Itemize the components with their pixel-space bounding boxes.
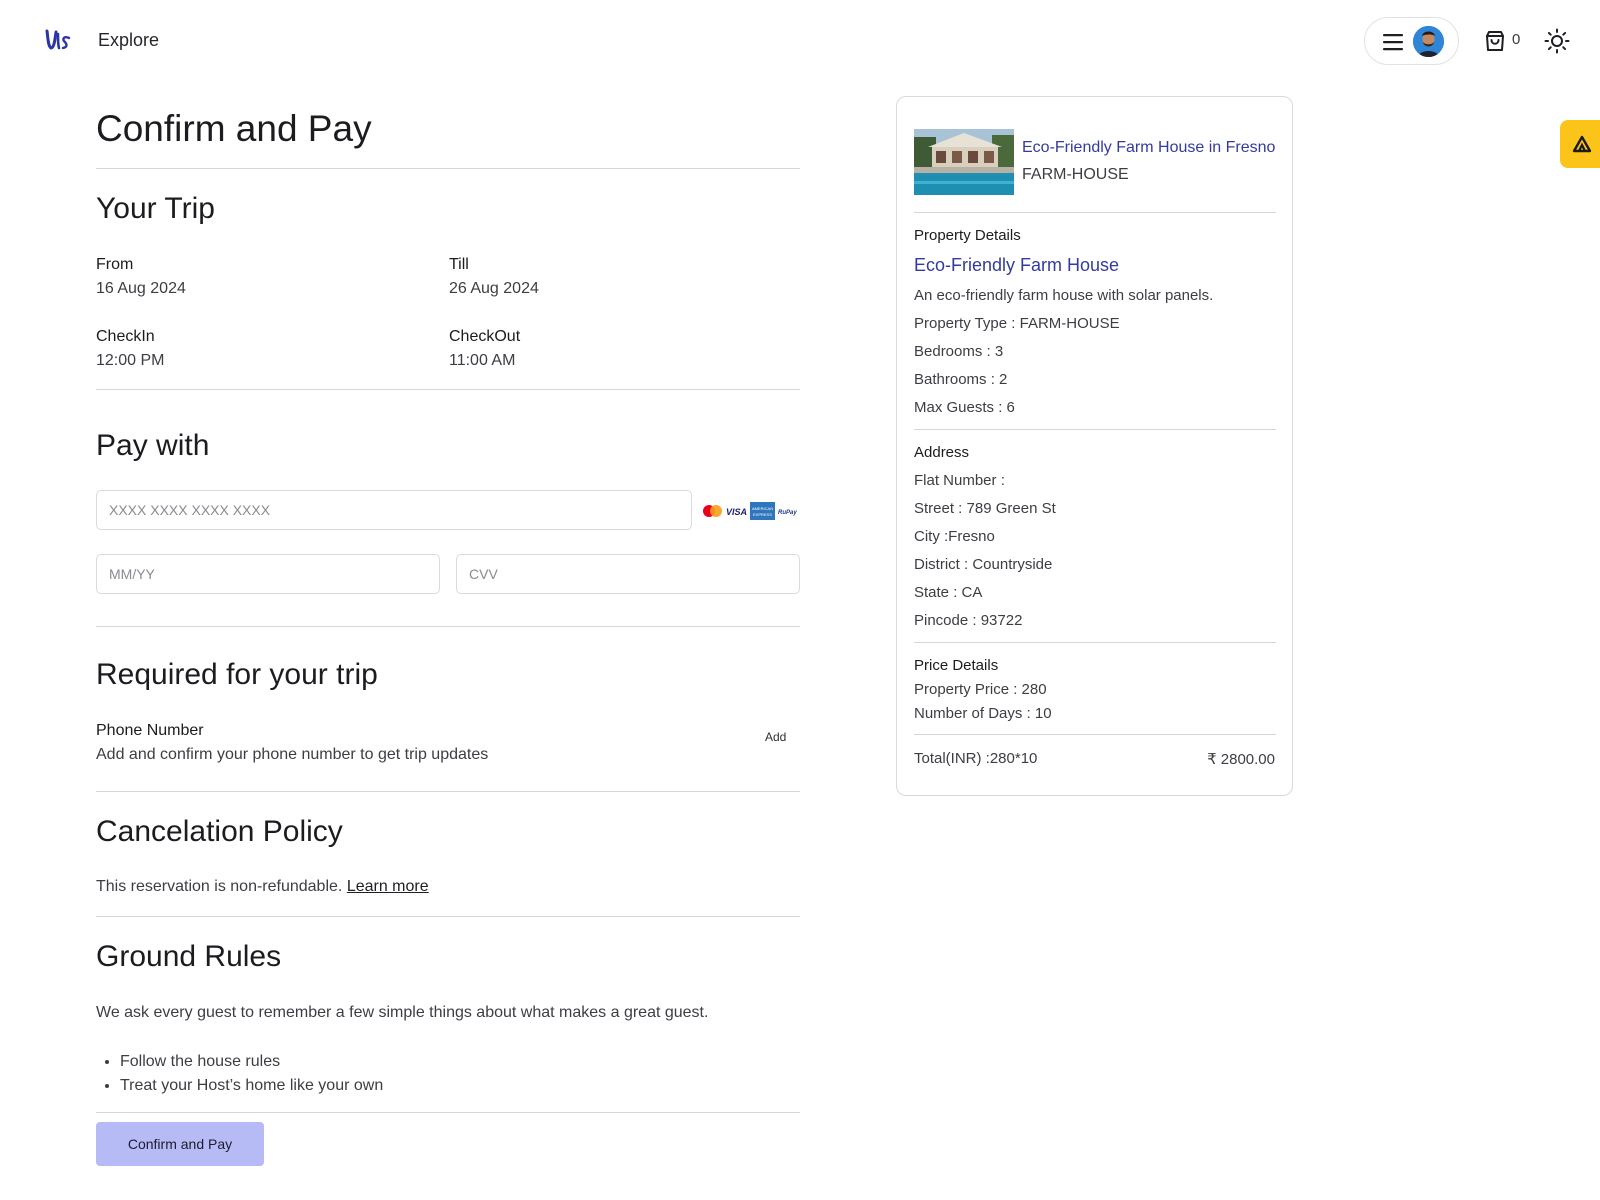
avatar bbox=[1413, 26, 1444, 57]
card-number-input[interactable] bbox=[96, 490, 692, 530]
ground-rules-heading: Ground Rules bbox=[96, 940, 282, 973]
checkout-label: CheckOut bbox=[449, 328, 521, 345]
explore-link[interactable]: Explore bbox=[98, 30, 159, 51]
property-name-link[interactable]: Eco-Friendly Farm House bbox=[914, 255, 1119, 276]
svg-text:EXPRESS: EXPRESS bbox=[753, 512, 772, 517]
number-of-days: Number of Days : 10 bbox=[914, 705, 1052, 722]
hamburger-menu-icon bbox=[1383, 34, 1403, 51]
total-amount: ₹ 2800.00 bbox=[1207, 751, 1275, 768]
till-date: 26 Aug 2024 bbox=[449, 280, 539, 297]
svg-text:RuPay: RuPay bbox=[778, 510, 797, 516]
phone-number-description: Add and confirm your phone number to get… bbox=[96, 746, 489, 763]
divider bbox=[96, 791, 800, 792]
ground-rules-list: Follow the house rules Treat your Host’s… bbox=[120, 1050, 383, 1098]
cancellation-policy-text: This reservation is non-refundable. bbox=[96, 878, 343, 895]
page-title: Confirm and Pay bbox=[96, 108, 372, 149]
divider bbox=[914, 734, 1276, 735]
property-details-heading: Property Details bbox=[914, 227, 1021, 244]
booking-summary-card: Eco-Friendly Farm House in Fresno FARM-H… bbox=[896, 96, 1293, 796]
required-heading: Required for your trip bbox=[96, 658, 378, 691]
divider bbox=[914, 429, 1276, 430]
checkin-label: CheckIn bbox=[96, 328, 155, 345]
price-details-heading: Price Details bbox=[914, 657, 999, 674]
cancellation-text: This reservation is non-refundable. Lear… bbox=[96, 878, 429, 896]
divider bbox=[96, 389, 800, 390]
confirm-and-pay-button[interactable]: Confirm and Pay bbox=[96, 1122, 264, 1166]
svg-text:VISA: VISA bbox=[726, 507, 747, 517]
pay-with-heading: Pay with bbox=[96, 429, 210, 462]
learn-more-link[interactable]: Learn more bbox=[347, 878, 429, 895]
total-label: Total(INR) :280*10 bbox=[914, 750, 1038, 767]
property-price: Property Price : 280 bbox=[914, 681, 1047, 698]
city: City :Fresno bbox=[914, 528, 995, 545]
theme-toggle-sun-icon[interactable] bbox=[1544, 28, 1570, 54]
phone-number-label: Phone Number bbox=[96, 722, 204, 739]
from-date: 16 Aug 2024 bbox=[96, 280, 186, 297]
checkin-time: 12:00 PM bbox=[96, 352, 165, 369]
pincode: Pincode : 93722 bbox=[914, 612, 1023, 629]
cvv-input[interactable] bbox=[456, 554, 800, 594]
bathrooms: Bathrooms : 2 bbox=[914, 371, 1008, 388]
user-menu-button[interactable] bbox=[1364, 17, 1459, 65]
property-description: An eco-friendly farm house with solar pa… bbox=[914, 287, 1214, 304]
arrow-logo-icon bbox=[1572, 135, 1592, 153]
feedback-side-tab[interactable] bbox=[1560, 120, 1600, 168]
divider bbox=[96, 916, 800, 917]
top-nav: Explore 0 bbox=[0, 0, 1600, 82]
from-label: From bbox=[96, 256, 134, 273]
divider bbox=[914, 642, 1276, 643]
divider bbox=[914, 212, 1276, 213]
till-label: Till bbox=[449, 256, 469, 273]
district: District : Countryside bbox=[914, 556, 1053, 573]
card-brands-icon: VISA AMERICAN EXPRESS RuPay bbox=[703, 502, 797, 520]
shopping-bag-icon[interactable] bbox=[1483, 29, 1507, 53]
divider bbox=[96, 626, 800, 627]
brand-logo[interactable] bbox=[44, 26, 72, 54]
cart-count: 0 bbox=[1512, 31, 1521, 48]
address-heading: Address bbox=[914, 444, 970, 461]
state: State : CA bbox=[914, 584, 983, 601]
ground-rules-intro: We ask every guest to remember a few sim… bbox=[96, 1004, 709, 1021]
property-title-link[interactable]: Eco-Friendly Farm House in Fresno bbox=[1022, 139, 1275, 157]
flat-number: Flat Number : bbox=[914, 472, 1005, 489]
divider bbox=[96, 168, 800, 169]
divider bbox=[96, 1112, 800, 1113]
expiry-input[interactable] bbox=[96, 554, 440, 594]
checkout-time: 11:00 AM bbox=[449, 352, 516, 369]
cancellation-heading: Cancelation Policy bbox=[96, 815, 343, 848]
list-item: Treat your Host’s home like your own bbox=[120, 1074, 383, 1098]
list-item: Follow the house rules bbox=[120, 1050, 383, 1074]
svg-text:AMERICAN: AMERICAN bbox=[752, 506, 773, 511]
max-guests: Max Guests : 6 bbox=[914, 399, 1015, 416]
property-thumbnail bbox=[914, 129, 1014, 195]
property-type: Property Type : FARM-HOUSE bbox=[914, 315, 1120, 332]
add-phone-button[interactable]: Add bbox=[765, 730, 786, 744]
street: Street : 789 Green St bbox=[914, 500, 1056, 517]
bedrooms: Bedrooms : 3 bbox=[914, 343, 1004, 360]
your-trip-heading: Your Trip bbox=[96, 192, 215, 225]
property-category: FARM-HOUSE bbox=[1022, 166, 1129, 183]
